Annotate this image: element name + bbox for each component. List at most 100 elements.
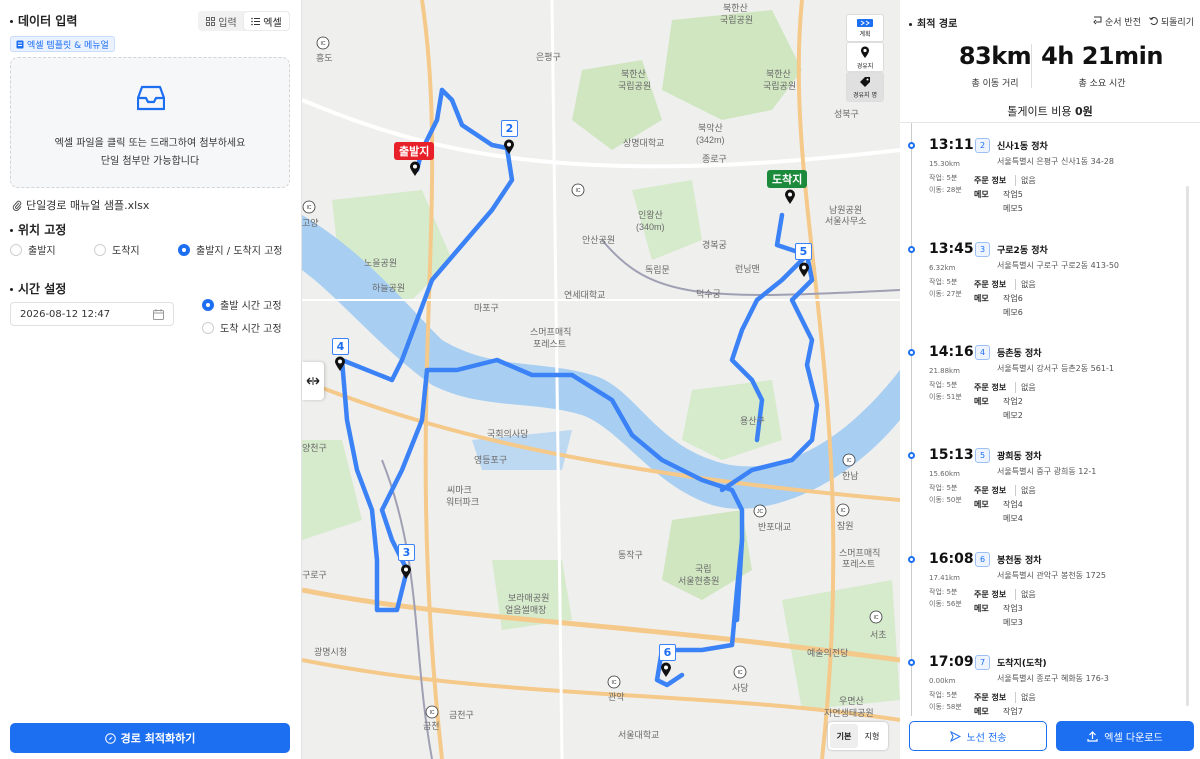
timeline-stop[interactable]: 15:13 15.60km 작업: 5분 이동: 50분 5 광희동 정차 서울특별시 중구… <box>900 447 1190 544</box>
svg-text:사당: 사당 <box>732 683 749 693</box>
memo-work: 작업3 <box>1003 604 1023 613</box>
panel-resize-handle[interactable] <box>302 362 324 400</box>
excel-download-button[interactable]: 엑셀 다운로드 <box>1056 721 1194 751</box>
toll-cost: 톨게이트 비용 0원 <box>900 103 1200 119</box>
map-canvas[interactable]: 은평구 북한산국립공원 북한산국립공원 북한산국립공원 상명대학교 북악산(34… <box>302 0 900 759</box>
timeline-stop[interactable]: 13:45 6.32km 작업: 5분 이동: 27분 3 구로2동 정차 서울특별시 구로… <box>900 241 1190 338</box>
timeline-scrollbar[interactable] <box>1186 186 1189 706</box>
resize-arrows-icon <box>306 377 320 385</box>
waypoint-marker-6[interactable]: 6 <box>659 644 676 661</box>
memo-note: 메모5 <box>1003 204 1023 213</box>
total-distance-stat: 83km 총 이동 거리 <box>940 42 1050 89</box>
waypoint-pin-icon[interactable] <box>798 262 810 278</box>
stop-name: 봉천동 정차 <box>997 556 1042 566</box>
svg-text:국립공원: 국립공원 <box>763 81 796 91</box>
data-input-title: 데이터 입력 <box>10 12 77 29</box>
waypoint-pin-icon[interactable] <box>334 356 346 372</box>
stop-name: 신사1동 정차 <box>997 142 1048 152</box>
order-info-value: 없음 <box>1021 693 1036 702</box>
optimal-route-panel: 최적 경로 순서 반전 되돌리기 83km 총 이동 거리 4h 21min 총… <box>900 0 1200 759</box>
memo-label: 메모 <box>974 707 989 716</box>
waypoint-control-button[interactable]: 경유지 <box>846 42 884 72</box>
calendar-icon[interactable] <box>153 309 164 320</box>
order-info-value: 없음 <box>1021 486 1036 495</box>
undo-button[interactable]: 되돌리기 <box>1149 15 1194 28</box>
memo-work: 작업7 <box>1003 707 1023 716</box>
svg-text:금천구: 금천구 <box>449 710 474 720</box>
map-type-basic[interactable]: 기본 <box>830 724 858 748</box>
excel-template-link[interactable]: 엑셀 템플릿 & 메뉴얼 <box>10 36 115 52</box>
total-duration-value: 4h 21min <box>1041 42 1163 70</box>
radio-arrive-time[interactable]: 도착 시간 고정 <box>202 320 282 335</box>
stop-move-time: 이동: 51분 <box>929 393 962 401</box>
svg-text:경복궁: 경복궁 <box>702 239 727 250</box>
attached-file[interactable]: 단일경로 매뉴얼 샘플.xlsx <box>12 197 149 213</box>
datetime-value: 2026-08-12 12:47 <box>20 308 111 320</box>
send-route-button[interactable]: 노선 전송 <box>909 721 1047 751</box>
svg-text:흥도: 흥도 <box>316 52 333 63</box>
map-type-terrain[interactable]: 지형 <box>858 724 886 748</box>
order-info-value: 없음 <box>1021 383 1036 392</box>
waypoint-marker-3[interactable]: 3 <box>398 544 415 561</box>
plan-control-button[interactable]: 계획 <box>846 14 884 42</box>
stop-move-time: 이동: 50분 <box>929 496 962 504</box>
start-pin-icon[interactable] <box>409 161 421 177</box>
waypoint-marker-5[interactable]: 5 <box>795 243 812 260</box>
radio-depart-time-label: 출발 시간 고정 <box>220 301 282 312</box>
stop-order-badge: 4 <box>975 345 990 360</box>
svg-text:IC: IC <box>738 670 743 676</box>
stop-order-badge: 5 <box>975 448 990 463</box>
stop-distance: 21.88km <box>929 367 960 375</box>
route-timeline[interactable]: 13:11 15.30km 작업: 5분 이동: 28분 2 신사1동 정차 서울특별시 은… <box>900 122 1200 716</box>
mode-input-button[interactable]: 입력 <box>199 12 244 30</box>
departure-datetime-input[interactable]: 2026-08-12 12:47 <box>10 302 174 326</box>
svg-text:스머프매직: 스머프매직 <box>839 548 880 558</box>
mode-excel-button[interactable]: 엑셀 <box>244 12 289 30</box>
stop-address: 서울특별시 중구 광희동 12-1 <box>997 467 1097 476</box>
field-divider <box>1015 175 1016 186</box>
timeline-stop[interactable]: 16:08 17.41km 작업: 5분 이동: 56분 6 봉천동 정차 서울특별시 관악… <box>900 551 1190 648</box>
waypoint-pin-icon[interactable] <box>503 139 515 155</box>
memo-label: 메모 <box>974 500 989 509</box>
waypoint-name-control-label: 경유지 명 <box>853 92 877 99</box>
timeline-stop[interactable]: 14:16 21.88km 작업: 5분 이동: 51분 4 등촌동 정차 서울특별시 강서… <box>900 344 1190 441</box>
stop-distance: 15.60km <box>929 470 960 478</box>
waypoint-marker-2[interactable]: 2 <box>501 120 518 137</box>
svg-text:북한산: 북한산 <box>723 3 748 13</box>
svg-text:예술의전당: 예술의전당 <box>807 648 848 658</box>
end-pin-icon[interactable] <box>784 189 796 205</box>
timeline-point <box>908 349 915 356</box>
timeline-stop[interactable]: 13:11 15.30km 작업: 5분 이동: 28분 2 신사1동 정차 서울특별시 은… <box>900 137 1190 234</box>
radio-depart-time[interactable]: 출발 시간 고정 <box>202 297 282 312</box>
svg-text:용산구: 용산구 <box>740 416 765 426</box>
stop-work-time: 작업: 5분 <box>929 381 958 389</box>
radio-fix-both[interactable]: 출발지 / 도착지 고정 <box>178 242 283 257</box>
waypoint-pin-icon[interactable] <box>400 564 412 580</box>
timeline-stop[interactable]: 17:09 0.00km 작업: 5분 이동: 58분 7 도착지(도착) 서울특별시 종로… <box>900 654 1190 716</box>
order-info-label: 주문 정보 <box>974 176 1007 185</box>
reverse-order-button[interactable]: 순서 반전 <box>1093 15 1141 28</box>
stop-distance: 17.41km <box>929 574 960 582</box>
send-route-label: 노선 전송 <box>966 732 1007 744</box>
stop-work-time: 작업: 5분 <box>929 174 958 182</box>
compass-icon <box>104 732 116 744</box>
stop-name: 도착지(도착) <box>997 659 1047 669</box>
waypoint-marker-4[interactable]: 4 <box>332 338 349 355</box>
file-dropzone[interactable]: 엑셀 파일을 클릭 또는 드래그하여 첨부하세요 단일 첨부만 가능합니다 <box>10 57 290 188</box>
order-info-label: 주문 정보 <box>974 486 1007 495</box>
field-divider <box>1015 279 1016 290</box>
grid-icon <box>206 16 216 26</box>
radio-fix-start[interactable]: 출발지 <box>10 242 56 257</box>
optimize-route-button[interactable]: 경로 최적화하기 <box>10 723 290 753</box>
svg-text:스머프매직: 스머프매직 <box>530 327 571 337</box>
waypoint-pin-icon[interactable] <box>660 662 672 678</box>
waypoint-name-control-button[interactable]: 경유지 명 <box>846 72 884 102</box>
svg-text:서울현충원: 서울현충원 <box>678 576 719 586</box>
attached-file-name: 단일경로 매뉴얼 샘플.xlsx <box>26 199 150 212</box>
dropzone-instruction: 엑셀 파일을 클릭 또는 드래그하여 첨부하세요 <box>54 138 246 149</box>
radio-fix-end[interactable]: 도착지 <box>94 242 140 257</box>
svg-text:양천구: 양천구 <box>302 443 327 453</box>
route-map[interactable]: 은평구 북한산 국립공원 북한산 국립공원 북한산 국립공원 상명대학교 북악산 (34… <box>302 0 900 759</box>
stop-move-time: 이동: 27분 <box>929 290 962 298</box>
memo-note: 메모3 <box>1003 618 1023 627</box>
